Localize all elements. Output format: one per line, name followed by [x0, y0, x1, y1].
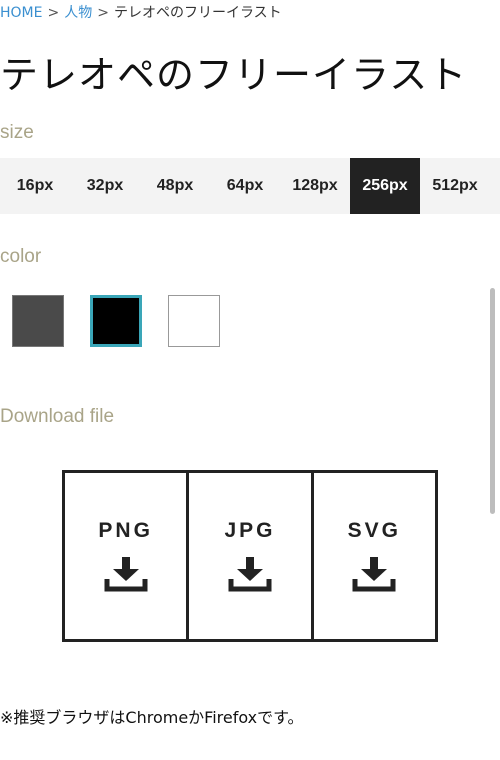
- breadcrumb: HOME > 人物 > テレオペのフリーイラスト: [0, 2, 282, 22]
- size-option-64px[interactable]: 64px: [210, 158, 280, 214]
- browser-note: ※推奨ブラウザはChromeかFirefoxです。: [0, 708, 304, 727]
- page-title: テレオペのフリーイラスト: [0, 53, 468, 97]
- breadcrumb-separator: >: [97, 5, 109, 21]
- download-jpg-button[interactable]: JPG: [186, 473, 310, 639]
- download-png-button[interactable]: PNG: [65, 473, 186, 639]
- breadcrumb-separator: >: [47, 5, 60, 21]
- download-icon: [228, 557, 272, 592]
- scrollbar[interactable]: [490, 288, 495, 514]
- size-option-16px[interactable]: 16px: [0, 158, 70, 214]
- breadcrumb-current: テレオペのフリーイラスト: [113, 5, 282, 21]
- download-options: PNG JPG SVG: [62, 470, 438, 642]
- size-selector: 16px 32px 48px 64px 128px 256px 512px: [0, 158, 500, 214]
- size-option-128px[interactable]: 128px: [280, 158, 350, 214]
- download-format-label: SVG: [347, 519, 401, 542]
- download-icon: [104, 557, 148, 592]
- color-swatch-white[interactable]: [168, 295, 220, 347]
- size-option-32px[interactable]: 32px: [70, 158, 140, 214]
- size-label: size: [0, 122, 34, 143]
- download-icon: [352, 557, 396, 592]
- color-swatch-black[interactable]: [90, 295, 142, 347]
- breadcrumb-home-link[interactable]: HOME: [0, 5, 42, 21]
- size-option-256px[interactable]: 256px: [350, 158, 420, 214]
- download-svg-button[interactable]: SVG: [310, 473, 435, 639]
- download-label: Download file: [0, 406, 115, 427]
- download-format-label: PNG: [98, 519, 153, 542]
- color-swatch-dark-gray[interactable]: [12, 295, 64, 347]
- download-format-label: JPG: [224, 519, 276, 542]
- breadcrumb-category-link[interactable]: 人物: [64, 5, 92, 21]
- color-swatches: [12, 295, 220, 347]
- size-option-48px[interactable]: 48px: [140, 158, 210, 214]
- size-option-512px[interactable]: 512px: [420, 158, 490, 214]
- color-label: color: [0, 246, 42, 267]
